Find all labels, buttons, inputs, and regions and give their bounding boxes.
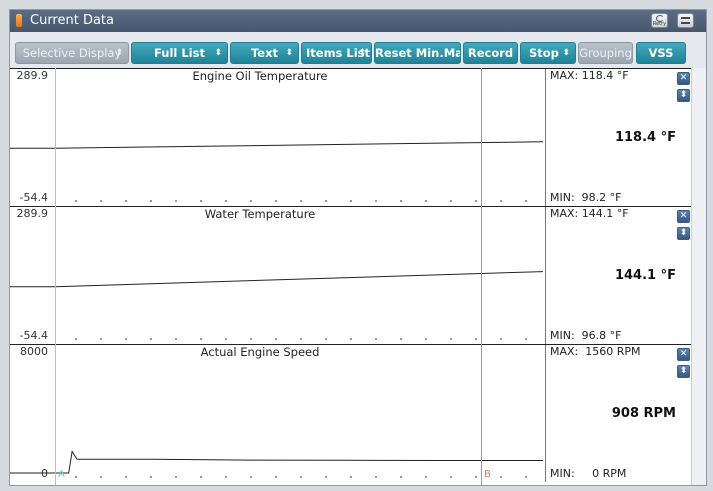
close-icon: ✕ [679,211,688,221]
dropdown-arrow-icon: ⬍ [358,48,366,58]
toolbar: Selective Display ⬍ Full List ⬍ Text ⬍ I… [10,32,706,69]
vss-label: VSS [648,46,674,60]
expand-icon: ⬍ [679,228,688,238]
expand-icon: ⬍ [679,90,688,100]
y-min-label: -54.4 [19,191,48,204]
text-dropdown[interactable]: Text ⬍ [230,42,299,64]
value-side-panel: MAX: 144.1 °F 144.1 °F MIN: 96.8 °F ✕ ⬍ [546,207,706,344]
series-line [54,141,544,149]
dropdown-arrow-icon: ⬍ [115,48,123,58]
vss-button[interactable]: VSS [636,42,686,64]
selective-display-label: Selective Display [22,46,122,60]
retry-label: Retry [652,21,667,27]
graph-panel-actual-engine-speed: 8000 0 Actual Engine Speed MAX: 1560 RPM… [10,344,706,482]
graph-title: Water Temperature [204,207,316,221]
close-graph-button[interactable]: ✕ [677,348,690,361]
expand-graph-button[interactable]: ⬍ [677,365,690,378]
min-value-label: MIN: 96.8 °F [550,329,622,342]
plot-area[interactable]: 8000 0 Actual Engine Speed [10,345,546,482]
current-value: 118.4 °F [614,130,676,145]
series-line [54,271,544,288]
vertical-scrollbar[interactable] [691,68,706,485]
full-list-dropdown[interactable]: Full List ⬍ [131,42,228,64]
y-max-label: 289.9 [16,207,49,220]
retry-button[interactable]: Retry [651,13,668,28]
y-max-label: 8000 [20,345,48,358]
full-list-label: Full List [154,46,205,60]
close-graph-button[interactable]: ✕ [677,210,690,223]
grouping-button[interactable]: Grouping [578,42,633,64]
graph-area: 289.9 -54.4 Engine Oil Temperature MAX: … [10,68,706,485]
graph-title: Engine Oil Temperature [192,69,328,83]
y-min-label: 0 [41,467,48,480]
line-chart [10,141,544,202]
value-side-panel: MAX: 118.4 °F 118.4 °F MIN: 98.2 °F ✕ ⬍ [546,69,706,206]
close-graph-button[interactable]: ✕ [677,72,690,85]
expand-graph-button[interactable]: ⬍ [677,227,690,240]
y-min-label: -54.4 [19,329,48,342]
menu-icon [681,17,690,19]
stop-dropdown[interactable]: Stop ⬍ [520,42,576,64]
dropdown-arrow-icon: ⬍ [214,48,222,58]
title-bar: Current Data Retry [10,10,706,32]
current-value: 144.1 °F [614,268,676,283]
current-data-window: Current Data Retry Selective Display ⬍ F… [9,9,707,486]
record-button[interactable]: Record [463,42,518,64]
graph-panel-engine-oil-temperature: 289.9 -54.4 Engine Oil Temperature MAX: … [10,68,706,206]
cursor-b-line[interactable] [481,68,482,485]
plot-area[interactable]: 289.9 -54.4 Engine Oil Temperature [10,69,546,206]
expand-graph-button[interactable]: ⬍ [677,89,690,102]
window-title: Current Data [30,13,114,28]
dropdown-arrow-icon: ⬍ [562,48,570,58]
max-value-label: MAX: 118.4 °F [550,69,629,82]
min-value-label: MIN: 0 RPM [550,467,627,480]
grouping-label: Grouping [579,46,632,60]
title-icon [16,14,22,27]
menu-button[interactable] [677,13,694,28]
stop-label: Stop [529,46,559,60]
close-icon: ✕ [679,349,688,359]
plot-area[interactable]: 289.9 -54.4 Water Temperature [10,207,546,344]
close-icon: ✕ [679,73,688,83]
expand-icon: ⬍ [679,366,688,376]
graph-panel-water-temperature: 289.9 -54.4 Water Temperature MAX: 144.1… [10,206,706,344]
graph-title: Actual Engine Speed [200,345,320,359]
value-side-panel: MAX: 1560 RPM 908 RPM MIN: 0 RPM ✕ ⬍ [546,345,706,482]
max-value-label: MAX: 144.1 °F [550,207,629,220]
record-label: Record [467,46,514,60]
current-value: 908 RPM [611,406,676,421]
series-line [55,450,543,474]
line-chart [10,271,544,340]
reset-min-max-button[interactable]: Reset Min.Max [374,42,461,64]
reset-min-max-label: Reset Min.Max [375,46,461,60]
line-chart [10,450,543,478]
dropdown-arrow-icon: ⬍ [285,48,293,58]
y-max-label: 289.9 [16,69,49,82]
max-value-label: MAX: 1560 RPM [550,345,641,358]
cursor-b-label: B [484,469,491,480]
cursor-a-line[interactable] [55,68,56,485]
cursor-a-label: A [58,469,65,480]
min-value-label: MIN: 98.2 °F [550,191,622,204]
selective-display-dropdown[interactable]: Selective Display ⬍ [15,42,129,64]
text-label: Text [250,46,279,60]
items-list-dropdown[interactable]: Items List ⬍ [301,42,372,64]
